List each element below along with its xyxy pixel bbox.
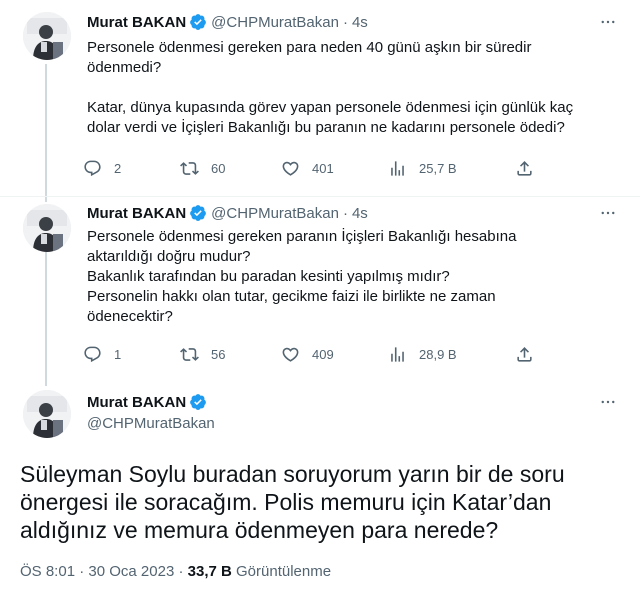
reply-count: 2: [114, 160, 122, 176]
tweet-line: ödenecektir?: [87, 308, 173, 325]
views-icon: [385, 342, 409, 366]
author-name[interactable]: Murat BAKAN: [87, 394, 186, 411]
main-tweet: Murat BAKAN @CHPMuratBakan Süleyman Soyl…: [0, 386, 640, 598]
tweet-text: Personele ödenmesi gereken para neden 40…: [87, 38, 627, 138]
views-button[interactable]: 28,9 B: [385, 342, 457, 366]
verified-badge-icon: [189, 13, 207, 31]
separator-dot: ·: [342, 204, 348, 222]
tweet-header: Murat BAKAN: [87, 392, 211, 412]
views-count: 28,9 B: [419, 346, 457, 362]
share-icon: [512, 156, 536, 180]
separator-dot: ·: [79, 563, 85, 580]
retweet-icon: [177, 342, 201, 366]
tweet-text: Personele ödenmesi gereken paranın İçişl…: [87, 227, 627, 327]
author-handle[interactable]: @CHPMuratBakan: [87, 415, 215, 432]
tweet-timestamp[interactable]: ÖS 8:01: [20, 563, 75, 580]
tweet-header: Murat BAKAN @CHPMuratBakan · 4s: [87, 203, 368, 223]
tweet[interactable]: Murat BAKAN @CHPMuratBakan · 4s Personel…: [0, 0, 640, 196]
more-horizontal-icon[interactable]: [598, 203, 618, 223]
reply-icon: [80, 342, 104, 366]
tweet-time[interactable]: 4s: [352, 14, 368, 31]
separator-dot: ·: [342, 13, 348, 31]
tweet-header: Murat BAKAN @CHPMuratBakan · 4s: [87, 12, 368, 32]
tweet-line: aktarıldığı doğru mudur?: [87, 248, 251, 265]
tweet-line: dolar verdi ve İçişleri Bakanlığı bu par…: [87, 119, 565, 136]
views-icon: [385, 156, 409, 180]
tweet-actions: 2 60 401 25,7 B: [80, 156, 550, 180]
avatar[interactable]: [23, 204, 71, 252]
verified-badge-icon: [189, 393, 207, 411]
tweet-line: önergesi ile soracağım. Polis memuru içi…: [20, 489, 552, 515]
views-label: Görüntülenme: [236, 563, 332, 580]
retweet-button[interactable]: 60: [177, 156, 225, 180]
verified-badge-icon: [189, 204, 207, 222]
tweet-line: aldığınız ve memura ödenmeyen para nered…: [20, 517, 499, 543]
handle-row: @CHPMuratBakan: [87, 413, 215, 433]
author-handle[interactable]: @CHPMuratBakan: [211, 14, 339, 31]
heart-icon: [278, 156, 302, 180]
retweet-icon: [177, 156, 201, 180]
more-horizontal-icon[interactable]: [598, 12, 618, 32]
reply-button[interactable]: 2: [80, 156, 121, 180]
author-name[interactable]: Murat BAKAN: [87, 205, 186, 222]
tweet[interactable]: Murat BAKAN @CHPMuratBakan · 4s Personel…: [0, 196, 640, 386]
tweet-line: ödenmedi?: [87, 59, 162, 76]
avatar[interactable]: [23, 390, 71, 438]
main-tweet-text: Süleyman Soylu buradan soruyorum yarın b…: [20, 460, 620, 544]
tweet-line: Bakanlık tarafından bu paradan kesinti y…: [87, 268, 450, 285]
retweet-button[interactable]: 56: [177, 342, 225, 366]
like-count: 409: [312, 346, 334, 362]
tweet-actions: 1 56 409 28,9 B: [80, 342, 550, 366]
author-handle[interactable]: @CHPMuratBakan: [211, 205, 339, 222]
more-horizontal-icon[interactable]: [598, 392, 618, 412]
reply-button[interactable]: 1: [80, 342, 121, 366]
share-icon: [512, 342, 536, 366]
retweet-count: 56: [211, 346, 226, 362]
like-count: 401: [312, 160, 334, 176]
share-button[interactable]: [512, 342, 536, 366]
tweet-line: Personele ödenmesi gereken para neden 40…: [87, 39, 532, 56]
like-button[interactable]: 409: [278, 342, 334, 366]
avatar[interactable]: [23, 12, 71, 60]
tweet-line: Süleyman Soylu buradan soruyorum yarın b…: [20, 461, 565, 487]
share-button[interactable]: [512, 156, 536, 180]
views-count: 25,7 B: [419, 160, 457, 176]
author-name[interactable]: Murat BAKAN: [87, 14, 186, 31]
separator-dot: ·: [178, 563, 184, 580]
reply-count: 1: [114, 346, 122, 362]
like-button[interactable]: 401: [278, 156, 334, 180]
tweet-line: [87, 78, 627, 98]
views-count: 33,7 B: [187, 563, 232, 580]
retweet-count: 60: [211, 160, 226, 176]
reply-icon: [80, 156, 104, 180]
tweet-date[interactable]: 30 Oca 2023: [88, 563, 174, 580]
tweet-line: Personele ödenmesi gereken paranın İçişl…: [87, 228, 517, 245]
heart-icon: [278, 342, 302, 366]
tweet-time[interactable]: 4s: [352, 205, 368, 222]
tweet-line: Personelin hakkı olan tutar, gecikme fai…: [87, 288, 496, 305]
tweet-meta: ÖS 8:01 · 30 Oca 2023 · 33,7 B Görüntüle…: [20, 563, 331, 580]
views-button[interactable]: 25,7 B: [385, 156, 457, 180]
tweet-line: Katar, dünya kupasında görev yapan perso…: [87, 99, 574, 116]
